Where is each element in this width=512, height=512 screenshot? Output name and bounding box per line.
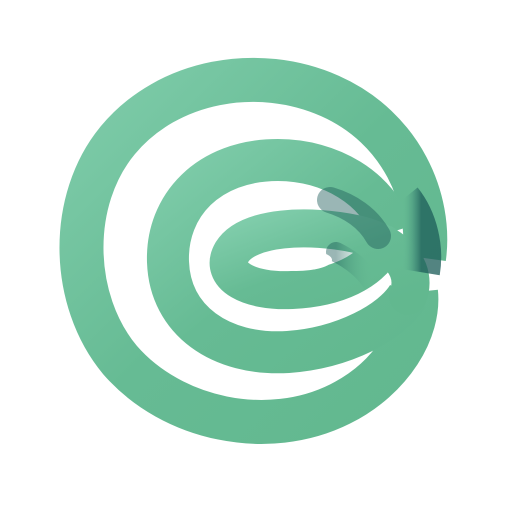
inner-loop-hole	[260, 249, 332, 271]
fold-shadow-outer	[385, 187, 442, 276]
app-icon-canvas	[0, 0, 512, 512]
spiral-logo-icon	[59, 57, 448, 444]
